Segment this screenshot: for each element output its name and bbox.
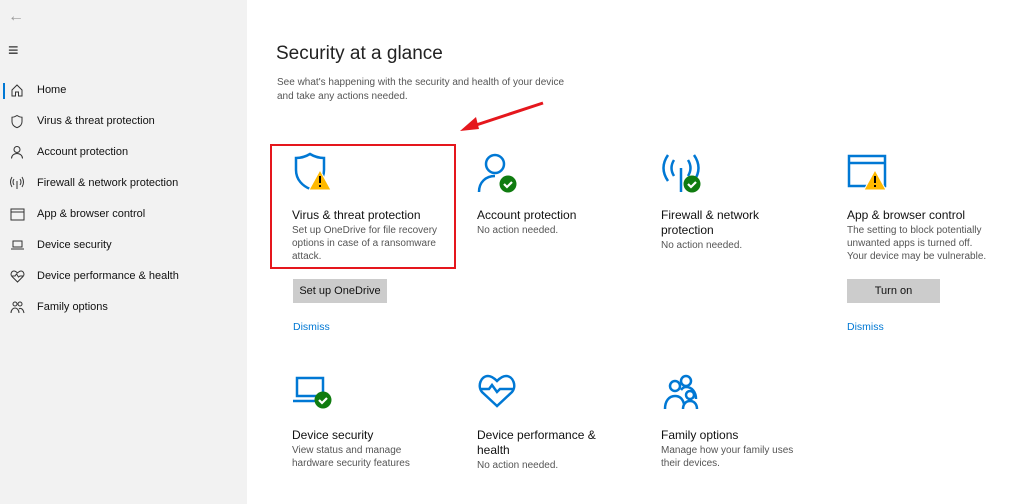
sidebar-item-firewall[interactable]: Firewall & network protection <box>0 168 247 198</box>
sidebar-item-label: Home <box>37 84 67 96</box>
sidebar: ← ≡ Home Virus & threat protection Accou… <box>0 0 247 504</box>
sidebar-item-label: Device performance & health <box>37 270 179 282</box>
card-title: Family options <box>661 428 739 442</box>
home-icon <box>9 83 25 97</box>
sidebar-item-home[interactable]: Home <box>0 75 247 105</box>
sidebar-item-label: App & browser control <box>37 208 146 220</box>
person-icon <box>9 145 25 159</box>
sidebar-item-label: Family options <box>37 301 108 313</box>
sidebar-item-family[interactable]: Family options <box>0 292 247 322</box>
sidebar-item-device-security[interactable]: Device security <box>0 230 247 260</box>
card-family-options[interactable]: Family options Manage how your family us… <box>661 372 836 470</box>
shield-icon <box>9 114 25 129</box>
card-description: No action needed. <box>661 240 743 251</box>
card-title: App & browser control <box>847 208 966 222</box>
menu-button[interactable]: ≡ <box>8 40 19 61</box>
laptop-check-icon <box>292 372 467 416</box>
family-icon <box>9 300 25 314</box>
set-up-onedrive-button[interactable]: Set up OneDrive <box>293 279 387 303</box>
card-title: Device security <box>292 428 374 442</box>
card-description: No action needed. <box>477 460 559 471</box>
card-description: No action needed. <box>477 225 559 236</box>
turn-on-button[interactable]: Turn on <box>847 279 940 303</box>
back-button[interactable]: ← <box>8 8 24 26</box>
sidebar-item-label: Virus & threat protection <box>37 115 155 127</box>
card-description: View status and manage hardware security… <box>292 445 410 469</box>
highlight-box <box>270 144 456 269</box>
sidebar-item-performance[interactable]: Device performance & health <box>0 261 247 291</box>
antenna-icon <box>9 176 25 190</box>
sidebar-item-account[interactable]: Account protection <box>0 137 247 167</box>
card-firewall[interactable]: Firewall & network protection No action … <box>661 152 836 252</box>
card-title: Device performance & health <box>477 428 596 457</box>
card-device-security[interactable]: Device security View status and manage h… <box>292 372 467 470</box>
family-icon <box>661 372 836 416</box>
card-account-protection[interactable]: Account protection No action needed. <box>477 152 652 237</box>
sidebar-item-virus[interactable]: Virus & threat protection <box>0 106 247 136</box>
browser-warning-icon <box>847 152 1022 196</box>
dismiss-link-virus[interactable]: Dismiss <box>293 321 330 333</box>
person-check-icon <box>477 152 652 196</box>
card-description: Manage how your family uses their device… <box>661 445 794 469</box>
card-device-performance[interactable]: Device performance & health No action ne… <box>477 372 652 472</box>
sidebar-item-label: Account protection <box>37 146 129 158</box>
heart-pulse-icon <box>477 372 652 416</box>
page-title: Security at a glance <box>276 43 443 64</box>
sidebar-item-label: Firewall & network protection <box>37 177 179 189</box>
antenna-check-icon <box>661 152 836 196</box>
card-description: The setting to block potentially unwante… <box>847 225 987 262</box>
laptop-icon <box>9 239 25 251</box>
heart-icon <box>9 269 25 283</box>
dismiss-link-app-browser[interactable]: Dismiss <box>847 321 884 333</box>
browser-window-icon <box>9 208 25 221</box>
sidebar-item-app-browser[interactable]: App & browser control <box>0 199 247 229</box>
annotation-arrow-icon <box>460 101 544 131</box>
card-title: Firewall & network protection <box>661 208 760 237</box>
card-title: Account protection <box>477 208 577 222</box>
card-app-browser[interactable]: App & browser control The setting to blo… <box>847 152 1022 263</box>
sidebar-item-label: Device security <box>37 239 112 251</box>
